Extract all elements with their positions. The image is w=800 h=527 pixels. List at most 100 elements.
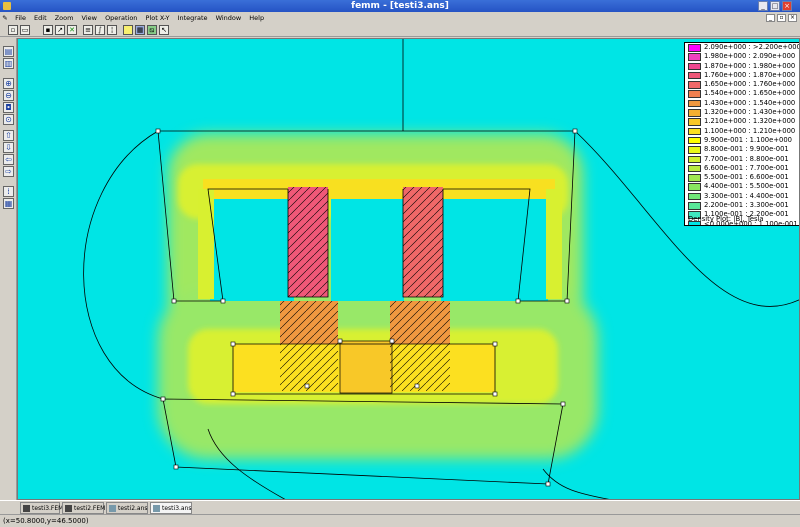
plot-canvas[interactable]: 2.090e+000 : >2.200e+000 1.980e+000 : 2.0… [17,38,800,500]
legend-swatch [688,90,701,98]
tab-label: testi2.ans [118,505,148,512]
zoom-out-icon[interactable]: ⊖ [3,90,14,101]
tab-testi3-ans[interactable]: testi3.ans [150,502,192,514]
menu-plot-xy[interactable]: Plot X-Y [143,12,173,24]
vector-plot-icon[interactable]: ∫ [95,25,105,35]
menu-zoom[interactable]: Zoom [52,12,77,24]
copy-icon[interactable]: ▥ [3,58,14,69]
legend-swatch [688,192,701,201]
legend-row: 9.900e-001 : 1.100e+000 [685,135,799,145]
core-window-left [210,197,294,301]
contour-plot-icon[interactable]: ≡ [83,25,93,35]
pan-right-icon[interactable]: ⇨ [3,166,14,177]
legend-swatch [688,81,701,89]
legend-row: 2.090e+000 : >2.200e+000 [685,43,799,52]
pan-left-icon[interactable]: ⇦ [3,154,14,165]
zoom-in-icon[interactable]: ⊕ [3,78,14,89]
legend-label: 7.700e-001 : 8.800e-001 [704,154,789,163]
flux-lines-pole-right [390,301,450,391]
legend-label: 1.760e+000 : 1.870e+000 [704,70,796,79]
legend-label: 1.870e+000 : 1.980e+000 [704,61,796,70]
circuit-props-icon[interactable]: ⧅ [147,25,157,35]
legend-swatch [688,136,701,145]
menu-window[interactable]: Window [213,12,245,24]
point-mode-icon[interactable]: ▪ [43,25,53,35]
legend-label: 1.540e+000 : 1.650e+000 [704,89,796,98]
tab-testi2-fem[interactable]: testi2.FEM [62,502,105,514]
flux-lines-right [403,187,443,297]
legend-row: 1.320e+000 : 1.430e+000 [685,108,799,117]
close-button[interactable]: × [782,1,792,11]
fem-doc-icon [65,505,72,512]
cursor-coordinates: (x=50.8000,y=46.5000) [3,517,89,525]
legend-swatch [688,146,701,154]
minimize-button[interactable]: _ [758,1,768,11]
legend-label: 3.300e-001 : 4.400e-001 [704,191,789,200]
fem-doc-icon [23,505,30,512]
legend-row: 1.100e+000 : 1.210e+000 [685,127,799,136]
document-menu-icon[interactable]: ✎ [0,12,10,24]
legend-row: 8.800e-001 : 9.900e-001 [685,145,799,154]
legend-row: 1.430e+000 : 1.540e+000 [685,98,799,108]
legend-swatch [688,155,701,164]
print-icon[interactable]: ▤ [3,46,14,57]
open-file-icon[interactable]: ▭ [20,25,30,35]
field-plot [83,39,799,499]
menu-help[interactable]: Help [246,12,267,24]
tab-label: testi3.ans [162,505,192,512]
menu-operation[interactable]: Operation [102,12,140,24]
legend-label: 5.500e-001 : 6.600e-001 [704,173,789,182]
menu-integrate[interactable]: Integrate [175,12,211,24]
legend-swatch [688,183,701,191]
menu-view[interactable]: View [79,12,100,24]
legend-swatch [688,99,701,108]
legend-label: 1.980e+000 : 2.090e+000 [704,52,796,61]
mesh-icon[interactable]: ▦ [135,25,145,35]
window-title: femm - [testi3.ans] [351,1,449,11]
menu-bar: ✎ File Edit Zoom View Operation Plot X-Y… [0,12,800,24]
zoom-window-icon[interactable]: ◘ [3,102,14,113]
area-mode-icon[interactable]: ✕ [67,25,77,35]
maximize-button[interactable]: □ [770,1,780,11]
legend-row: 1.650e+000 : 1.760e+000 [685,80,799,89]
contour-mode-icon[interactable]: ↗ [55,25,65,35]
grid-icon[interactable]: ▦ [3,198,14,209]
title-bar: femm - [testi3.ans] _ □ × [0,0,800,12]
legend-row: 1.540e+000 : 1.650e+000 [685,89,799,98]
info-icon[interactable]: ¦ [107,25,117,35]
density-plot-icon[interactable] [123,25,133,35]
legend-label: 1.430e+000 : 1.540e+000 [704,98,796,107]
legend-label: 9.900e-001 : 1.100e+000 [704,135,792,144]
legend-swatch [688,109,701,117]
legend-row: 3.300e-001 : 4.400e-001 [685,191,799,201]
snap-grid-icon[interactable]: ⁞ [3,186,14,197]
legend-swatch [688,164,701,173]
legend-swatch [688,118,701,126]
menu-edit[interactable]: Edit [31,12,50,24]
flux-lines-pole-left [280,301,338,391]
left-toolbar: ▤ ▥ ⊕ ⊖ ◘ ⊙ ⇧ ⇩ ⇦ ⇨ ⁞ ▦ [0,38,17,500]
density-legend: 2.090e+000 : >2.200e+000 1.980e+000 : 2.0… [684,42,799,226]
legend-row: 1.760e+000 : 1.870e+000 [685,70,799,80]
pan-down-icon[interactable]: ⇩ [3,142,14,153]
new-file-icon[interactable]: ▫ [8,25,18,35]
arrow-icon[interactable]: ↖ [159,25,169,35]
tab-testi2-ans[interactable]: testi2.ans [106,502,148,514]
ans-doc-icon [109,505,116,512]
center-block [339,340,393,394]
legend-caption: Density Plot: |B|, Tesla [688,215,764,223]
femm-window: femm - [testi3.ans] _ □ × ✎ File Edit Zo… [0,0,800,527]
menu-file[interactable]: File [12,12,29,24]
legend-row: 5.500e-001 : 6.600e-001 [685,173,799,182]
legend-label: 2.200e-001 : 3.300e-001 [704,201,789,210]
tab-testi3-fem[interactable]: testi3.FEM [20,502,63,514]
legend-row: 1.210e+000 : 1.320e+000 [685,117,799,126]
ans-doc-icon [153,505,160,512]
zoom-natural-icon[interactable]: ⊙ [3,114,14,125]
pan-up-icon[interactable]: ⇧ [3,130,14,141]
mdi-close-icon[interactable]: × [788,14,797,22]
legend-row: 7.700e-001 : 8.800e-001 [685,154,799,164]
mdi-restore-icon[interactable]: ▫ [777,14,786,22]
legend-swatch [688,174,701,182]
mdi-minimize-icon[interactable]: _ [766,14,775,22]
